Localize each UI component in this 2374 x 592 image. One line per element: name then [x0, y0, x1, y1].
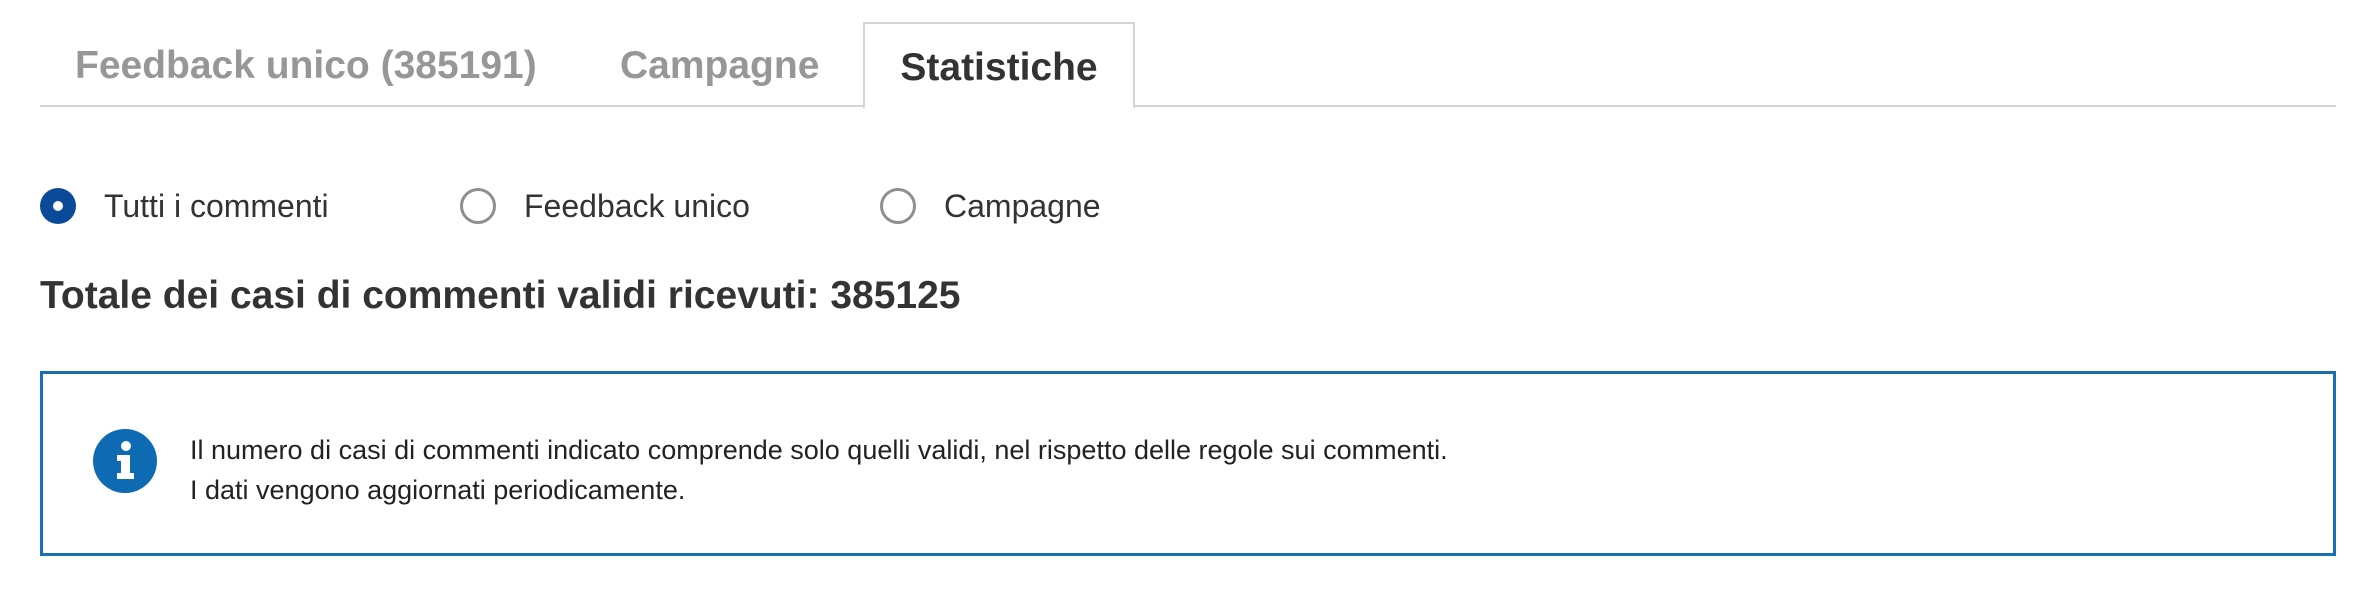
tab-feedback-unico[interactable]: Feedback unico (385191) [75, 22, 537, 107]
tab-bar: Feedback unico (385191) Campagne Statist… [40, 22, 2336, 109]
tab-statistiche[interactable]: Statistiche [863, 22, 1135, 109]
radio-label[interactable]: Tutti i commenti [104, 188, 329, 225]
radio-feedback-unico[interactable]: Feedback unico [460, 184, 750, 228]
radio-label[interactable]: Campagne [944, 188, 1101, 225]
info-icon [93, 429, 157, 493]
radio-checked-icon[interactable] [40, 188, 76, 224]
radio-tutti-i-commenti[interactable]: Tutti i commenti [40, 184, 329, 228]
tab-campagne[interactable]: Campagne [620, 22, 819, 107]
info-text: Il numero di casi di commenti indicato c… [190, 430, 1448, 510]
radio-label[interactable]: Feedback unico [524, 188, 750, 225]
info-line: Il numero di casi di commenti indicato c… [190, 435, 1448, 465]
radio-campagne[interactable]: Campagne [880, 184, 1101, 228]
radio-unchecked-icon[interactable] [880, 188, 916, 224]
info-line: I dati vengono aggiornati periodicamente… [190, 475, 686, 505]
total-valid-comments-heading: Totale dei casi di commenti validi ricev… [40, 274, 961, 317]
radio-unchecked-icon[interactable] [460, 188, 496, 224]
info-notice: Il numero di casi di commenti indicato c… [40, 371, 2336, 556]
